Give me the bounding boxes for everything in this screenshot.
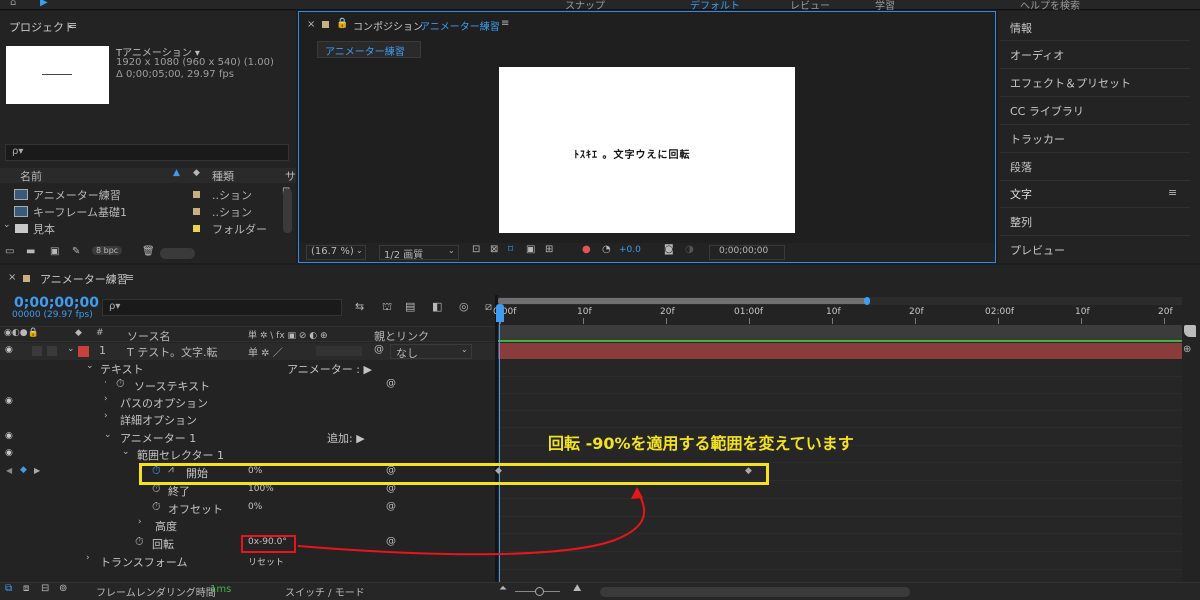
timeline-footer: ⧉ ⧈ ⊟ ⊚ フレームレンダリング時間 1ms スイッチ / モード ⏶ ⛰ bbox=[0, 582, 1200, 600]
render-time-label: フレームレンダリング時間 bbox=[96, 588, 216, 599]
zoom-in-icon[interactable]: ⛰ bbox=[573, 583, 581, 594]
modes-toggle-icon[interactable]: ⊟ bbox=[41, 583, 49, 594]
timeline-horizontal-scrollbar[interactable] bbox=[600, 587, 910, 597]
annotation-arrow bbox=[297, 487, 645, 556]
zoom-out-icon[interactable]: ⏶ bbox=[499, 583, 507, 594]
render-time-value: 1ms bbox=[210, 584, 232, 595]
zoom-slider-handle[interactable] bbox=[535, 587, 544, 596]
toggle-switches-modes[interactable]: スイッチ / モード bbox=[285, 584, 365, 599]
in-out-toggle-icon[interactable]: ⊚ bbox=[59, 583, 67, 594]
layer-switches-toggle-icon[interactable]: ⧈ bbox=[23, 583, 29, 594]
render-time-toggle-icon[interactable]: ⧉ bbox=[5, 583, 12, 594]
